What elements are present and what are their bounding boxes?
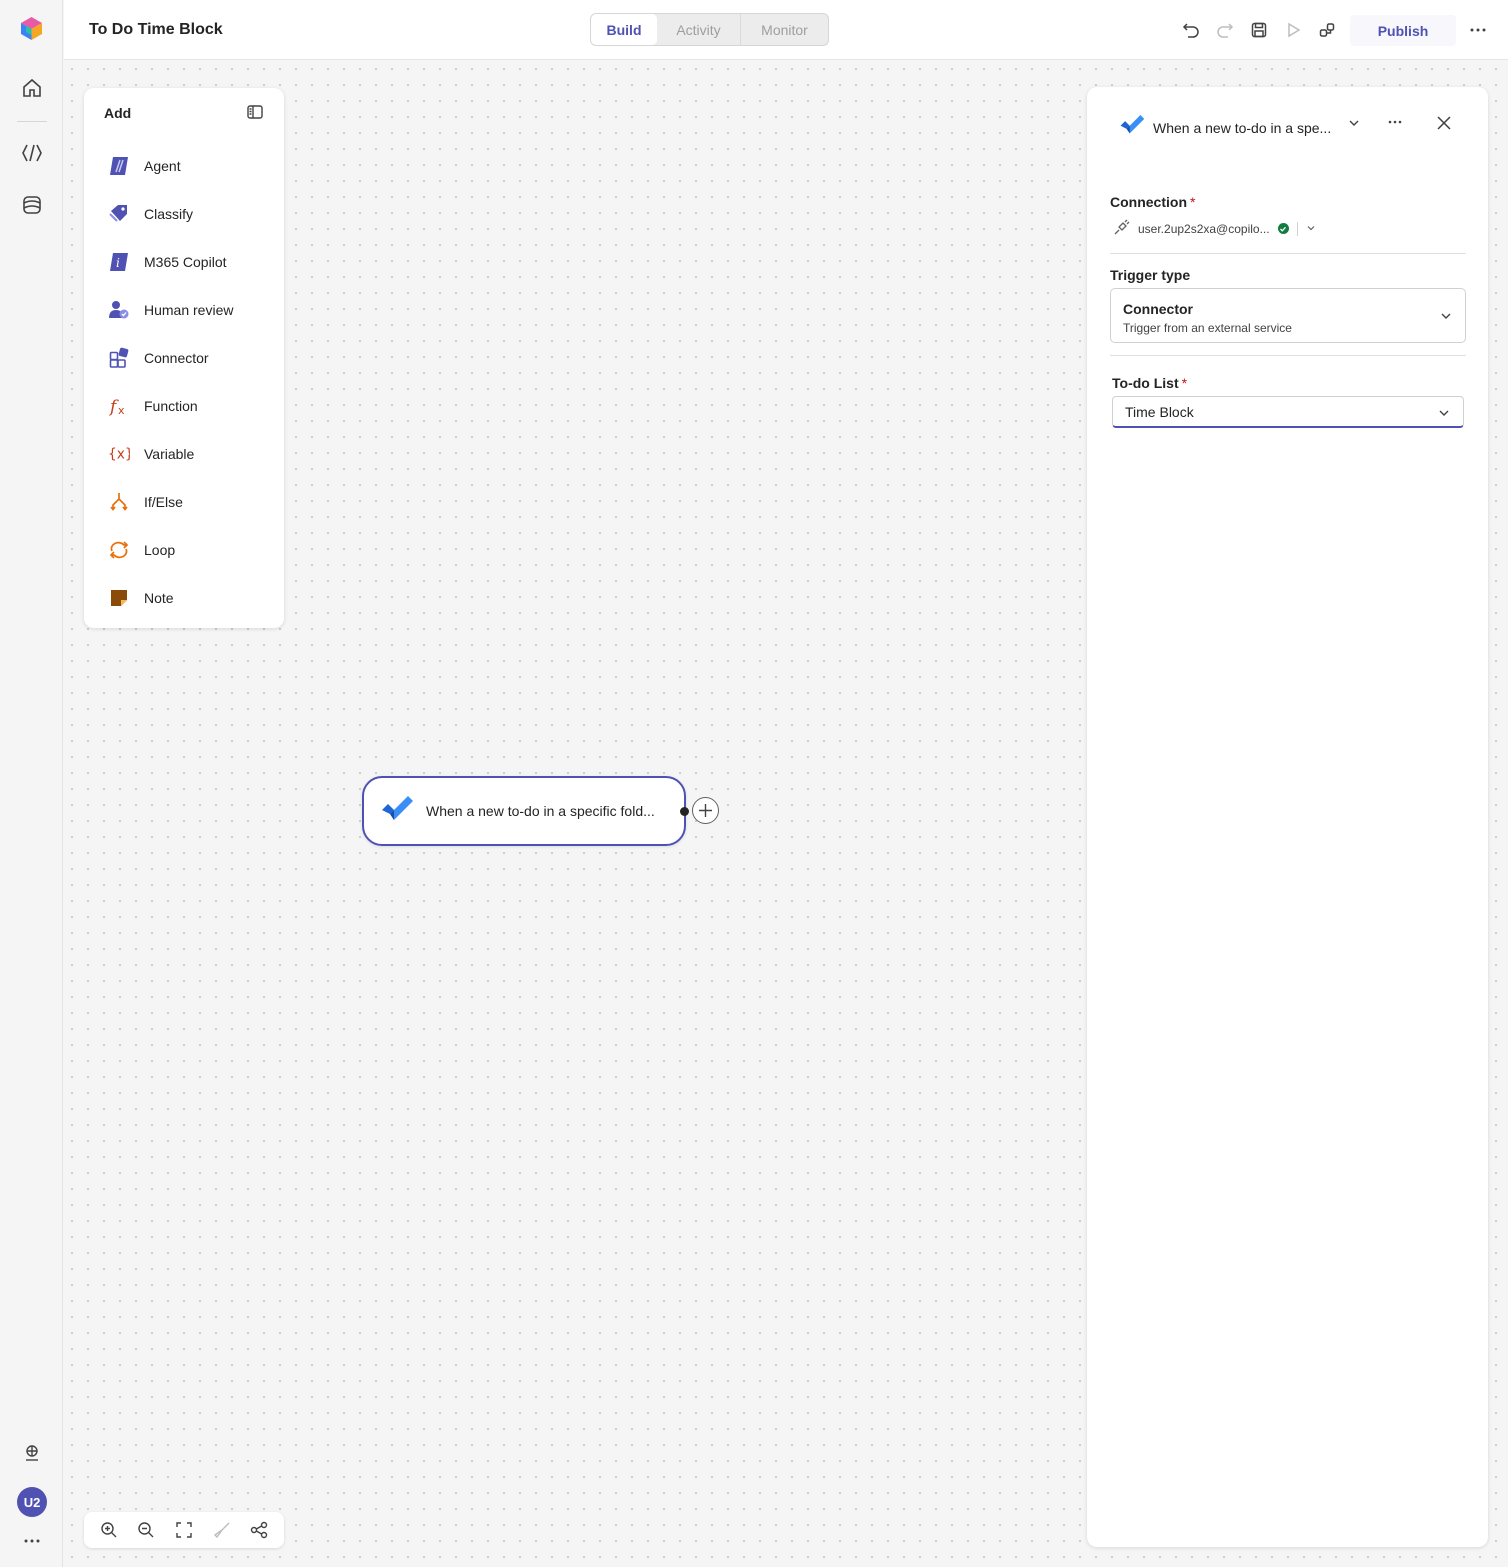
left-rail: U2 <box>0 0 63 1567</box>
tidy-up-icon[interactable] <box>211 1519 233 1541</box>
rail-divider <box>17 121 47 122</box>
chevron-down-icon[interactable] <box>1306 222 1316 236</box>
todo-list-label: To-do List * <box>1112 375 1188 391</box>
zoom-in-icon[interactable] <box>98 1519 120 1541</box>
undo-icon[interactable] <box>1179 18 1203 42</box>
add-item-label: Agent <box>144 158 181 174</box>
page-title: To Do Time Block <box>89 21 223 38</box>
if-else-icon <box>108 491 130 513</box>
details-panel: When a new to-do in a spe... Connection *… <box>1087 87 1488 1547</box>
save-icon[interactable] <box>1247 18 1271 42</box>
todo-list-value: Time Block <box>1125 404 1194 420</box>
app-logo-icon[interactable] <box>18 15 45 42</box>
connector-icon <box>108 347 130 369</box>
tab-monitor[interactable]: Monitor <box>741 14 828 45</box>
close-icon[interactable] <box>1435 114 1453 137</box>
agent-icon <box>108 155 130 177</box>
todo-check-icon <box>1119 114 1145 141</box>
connection-label: Connection * <box>1110 194 1196 210</box>
trigger-type-dropdown[interactable]: Connector Trigger from an external servi… <box>1110 288 1466 343</box>
add-item-loop[interactable]: Loop <box>108 538 175 562</box>
add-item-label: Connector <box>144 350 209 366</box>
divider <box>1110 253 1466 254</box>
connected-status-icon <box>1277 223 1289 234</box>
add-item-label: Function <box>144 398 198 414</box>
add-panel-header: Add <box>104 105 132 121</box>
add-item-note[interactable]: Note <box>108 586 174 610</box>
svg-text:{x}: {x} <box>108 447 130 463</box>
trigger-type-description: Trigger from an external service <box>1123 321 1292 335</box>
add-step-button[interactable] <box>692 797 719 824</box>
trigger-type-value: Connector <box>1123 301 1193 317</box>
node-output-port[interactable] <box>680 807 689 816</box>
add-item-if-else[interactable]: If/Else <box>108 490 183 514</box>
add-item-label: Loop <box>144 542 176 558</box>
add-item-label: M365 Copilot <box>144 254 227 270</box>
chevron-down-icon <box>1437 406 1451 425</box>
top-bar: To Do Time Block Build Activity Monitor … <box>64 0 1508 60</box>
chevron-down-icon[interactable] <box>1347 116 1361 135</box>
svg-text:i: i <box>116 256 120 270</box>
todo-list-dropdown[interactable]: Time Block <box>1112 396 1464 428</box>
loop-icon <box>108 539 130 561</box>
note-icon <box>108 587 130 609</box>
details-header: When a new to-do in a spe... <box>1119 114 1331 141</box>
connection-value: user.2up2s2xa@copilo... <box>1138 221 1270 236</box>
redo-icon[interactable] <box>1213 18 1237 42</box>
details-title: When a new to-do in a spe... <box>1153 119 1332 136</box>
view-tabs: Build Activity Monitor <box>590 13 829 46</box>
more-options-icon[interactable] <box>1387 114 1403 135</box>
add-item-human-review[interactable]: Human review <box>108 298 233 322</box>
collapse-panel-icon[interactable] <box>246 103 266 123</box>
avatar[interactable]: U2 <box>17 1487 47 1517</box>
trigger-type-label: Trigger type <box>1110 267 1191 283</box>
fit-view-icon[interactable] <box>173 1519 195 1541</box>
chevron-down-icon <box>1439 309 1453 328</box>
classify-icon <box>108 203 130 225</box>
todo-check-icon <box>380 795 414 828</box>
add-item-classify[interactable]: Classify <box>108 202 193 226</box>
add-item-label: Human review <box>144 302 234 318</box>
tab-activity[interactable]: Activity <box>657 14 741 45</box>
home-icon[interactable] <box>19 75 45 101</box>
divider <box>1110 355 1466 356</box>
canvas-toolbar <box>84 1512 284 1548</box>
function-icon: fx <box>108 395 130 417</box>
add-item-m365-copilot[interactable]: i M365 Copilot <box>108 250 227 274</box>
trigger-node[interactable]: When a new to-do in a specific fold... <box>362 776 686 846</box>
svg-text:x: x <box>118 404 125 417</box>
environment-icon[interactable] <box>19 1440 45 1466</box>
more-options-icon[interactable] <box>1466 18 1490 42</box>
flows-icon[interactable] <box>19 140 45 166</box>
add-item-label: Classify <box>144 206 194 222</box>
tab-build[interactable]: Build <box>591 14 657 45</box>
toolbar-icons <box>1179 18 1339 42</box>
add-item-label: Variable <box>144 446 195 462</box>
copilot-icon: i <box>108 251 130 273</box>
add-item-label: If/Else <box>144 494 183 510</box>
connection-selector[interactable]: user.2up2s2xa@copilo... <box>1114 219 1316 238</box>
add-item-agent[interactable]: Agent <box>108 154 181 178</box>
add-item-function[interactable]: fx Function <box>108 394 198 418</box>
human-review-icon <box>108 299 130 321</box>
add-item-label: Note <box>144 590 174 606</box>
play-icon[interactable] <box>1281 18 1305 42</box>
add-panel: Add Agent Classify i M365 Copilot Human … <box>84 88 284 628</box>
trigger-node-label: When a new to-do in a specific fold... <box>426 803 655 819</box>
solutions-icon[interactable] <box>19 192 45 218</box>
add-item-variable[interactable]: {x} Variable <box>108 442 194 466</box>
separator <box>1296 221 1298 236</box>
publish-button[interactable]: Publish <box>1350 15 1456 46</box>
minimap-icon[interactable] <box>248 1519 270 1541</box>
zoom-out-icon[interactable] <box>135 1519 157 1541</box>
more-icon[interactable] <box>19 1528 45 1554</box>
flow-checker-icon[interactable] <box>1315 18 1339 42</box>
add-item-connector[interactable]: Connector <box>108 346 209 370</box>
plug-icon <box>1114 219 1130 238</box>
variable-icon: {x} <box>108 443 130 465</box>
